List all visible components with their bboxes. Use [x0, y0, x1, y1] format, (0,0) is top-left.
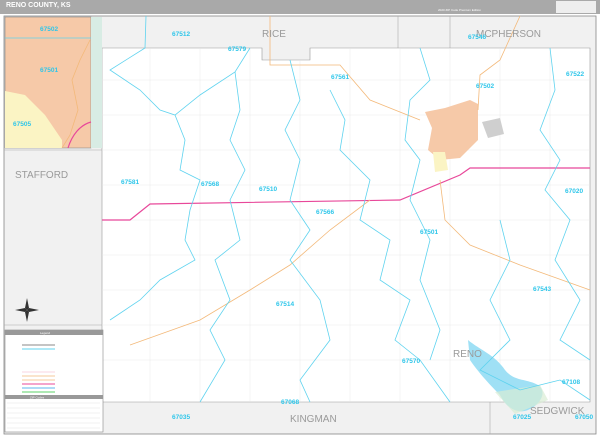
zip-label: 67068: [281, 399, 299, 406]
zip-label: 67543: [533, 286, 551, 293]
zip-label: 67502: [476, 83, 494, 90]
zip-label: 67035: [172, 414, 190, 421]
county-label-reno: RENO: [453, 349, 482, 360]
zip-label: 67561: [331, 74, 349, 81]
zip-label: 67510: [259, 186, 277, 193]
zip-label: 67566: [316, 209, 334, 216]
zip-label: 67020: [565, 188, 583, 195]
zip-code-map[interactable]: RICE MCPHERSON STAFFORD KINGMAN SEDGWICK…: [0, 14, 600, 435]
title-bar: RENO COUNTY, KS 2020 ZIP Code Premium Ed…: [0, 0, 600, 14]
zip-label: 67512: [172, 31, 190, 38]
publisher-logo: [556, 1, 596, 13]
zip-label: 67025: [513, 414, 531, 421]
inset-zip-label: 67502: [40, 26, 58, 33]
zip-label: 67546: [468, 34, 486, 41]
inset-zip-label: 67505: [13, 121, 31, 128]
zip-label: 67514: [276, 301, 294, 308]
reno-county-area: [101, 47, 591, 403]
zip-label: 67581: [121, 179, 139, 186]
zip-label: 67522: [566, 71, 584, 78]
zip-label: 67570: [402, 358, 420, 365]
county-label-kingman: KINGMAN: [290, 414, 337, 425]
county-label-stafford: STAFFORD: [15, 170, 68, 181]
county-label-rice: RICE: [262, 29, 286, 40]
zip-label: 67568: [201, 181, 219, 188]
zip-table-title: ZIP Codes: [30, 396, 45, 400]
zip-label: 67050: [575, 414, 593, 421]
edition-label: 2020 ZIP Code Premium Edition: [438, 8, 481, 12]
map-title: RENO COUNTY, KS: [6, 2, 71, 9]
zip-label: 67108: [562, 379, 580, 386]
zip-label: 67501: [420, 229, 438, 236]
legend-title: Legend: [40, 331, 50, 335]
inset-map[interactable]: 67502 67501 67505: [4, 16, 102, 149]
legend-panel: Legend ZIP Codes: [4, 329, 104, 433]
inset-zip-label: 67501: [40, 67, 58, 74]
zip-label: 67579: [228, 46, 246, 53]
